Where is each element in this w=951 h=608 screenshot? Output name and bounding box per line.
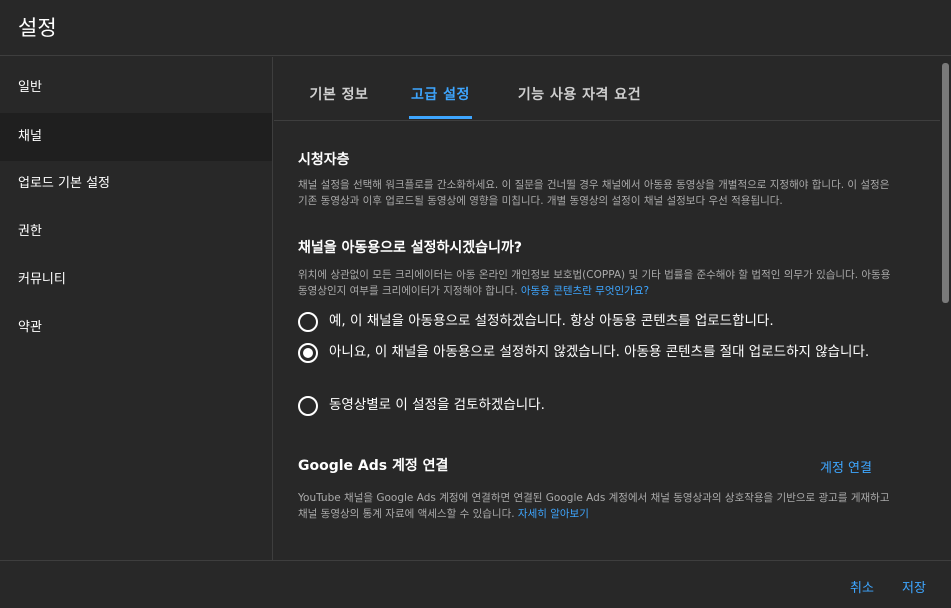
made-for-kids-question: 채널을 아동용으로 설정하시겠습니까? — [298, 240, 522, 256]
sidebar-item-permissions[interactable]: 권한 — [0, 208, 272, 256]
settings-sidebar: 일반 채널 업로드 기본 설정 권한 커뮤니티 약관 — [0, 57, 273, 560]
audience-description: 채널 설정을 선택해 워크플로를 간소화하세요. 이 질문을 건너뛸 경우 채널… — [298, 179, 890, 207]
option-review-per-video[interactable]: 동영상별로 이 설정을 검토하겠습니다. — [298, 395, 908, 416]
sidebar-item-channel[interactable]: 채널 — [0, 113, 272, 161]
save-button[interactable]: 저장 — [902, 577, 926, 596]
learn-more-link[interactable]: 자세히 알아보기 — [518, 508, 589, 520]
option-not-made-for-kids-label: 아니요, 이 채널을 아동용으로 설정하지 않겠습니다. 아동용 콘텐츠를 절대… — [329, 344, 870, 360]
active-tab-indicator — [409, 116, 472, 119]
sidebar-item-general[interactable]: 일반 — [0, 64, 272, 112]
sidebar-item-upload-defaults[interactable]: 업로드 기본 설정 — [0, 160, 272, 208]
audience-section-title: 시청자층 — [298, 152, 350, 168]
sidebar-item-community[interactable]: 커뮤니티 — [0, 256, 272, 304]
google-ads-description-text: YouTube 채널을 Google Ads 계정에 연결하면 연결된 Goog… — [298, 492, 890, 520]
kids-content-help-link[interactable]: 아동용 콘텐츠란 무엇인가요? — [521, 285, 649, 297]
made-for-kids-description: 위치에 상관없이 모든 크리에이터는 아동 온라인 개인정보 보호법(COPPA… — [298, 267, 898, 299]
radio-not-made-for-kids[interactable] — [298, 343, 318, 363]
option-made-for-kids[interactable]: 예, 이 채널을 아동용으로 설정하겠습니다. 항상 아동용 콘텐츠를 업로드합… — [298, 311, 908, 332]
radio-review-per-video[interactable] — [298, 396, 318, 416]
tab-feature-eligibility[interactable]: 기능 사용 자격 요건 — [512, 57, 647, 120]
dialog-footer: 취소 저장 — [0, 560, 951, 608]
settings-dialog: 설정 일반 채널 업로드 기본 설정 권한 커뮤니티 약관 기본 정보 고급 설… — [0, 0, 951, 608]
option-made-for-kids-label: 예, 이 채널을 아동용으로 설정하겠습니다. 항상 아동용 콘텐츠를 업로드합… — [329, 313, 774, 329]
google-ads-description: YouTube 채널을 Google Ads 계정에 연결하면 연결된 Goog… — [298, 490, 898, 522]
option-not-made-for-kids[interactable]: 아니요, 이 채널을 아동용으로 설정하지 않겠습니다. 아동용 콘텐츠를 절대… — [298, 342, 908, 363]
content-scrollbar[interactable] — [940, 57, 951, 560]
tab-bar: 기본 정보 고급 설정 기능 사용 자격 요건 — [274, 57, 940, 121]
radio-made-for-kids[interactable] — [298, 312, 318, 332]
option-review-per-video-label: 동영상별로 이 설정을 검토하겠습니다. — [329, 397, 545, 413]
sidebar-item-terms[interactable]: 약관 — [0, 304, 272, 352]
settings-content: 시청자층 채널 설정을 선택해 워크플로를 간소화하세요. 이 질문을 건너뛸 … — [274, 121, 940, 560]
google-ads-section-title: Google Ads 계정 연결 — [298, 458, 449, 474]
dialog-header: 설정 — [0, 0, 951, 56]
dialog-title: 설정 — [18, 16, 57, 40]
tab-basic-info[interactable]: 기본 정보 — [304, 57, 374, 120]
scrollbar-thumb[interactable] — [942, 63, 949, 303]
tab-advanced-settings[interactable]: 고급 설정 — [409, 57, 472, 120]
cancel-button[interactable]: 취소 — [850, 577, 874, 596]
connect-account-button[interactable]: 계정 연결 — [820, 457, 872, 476]
